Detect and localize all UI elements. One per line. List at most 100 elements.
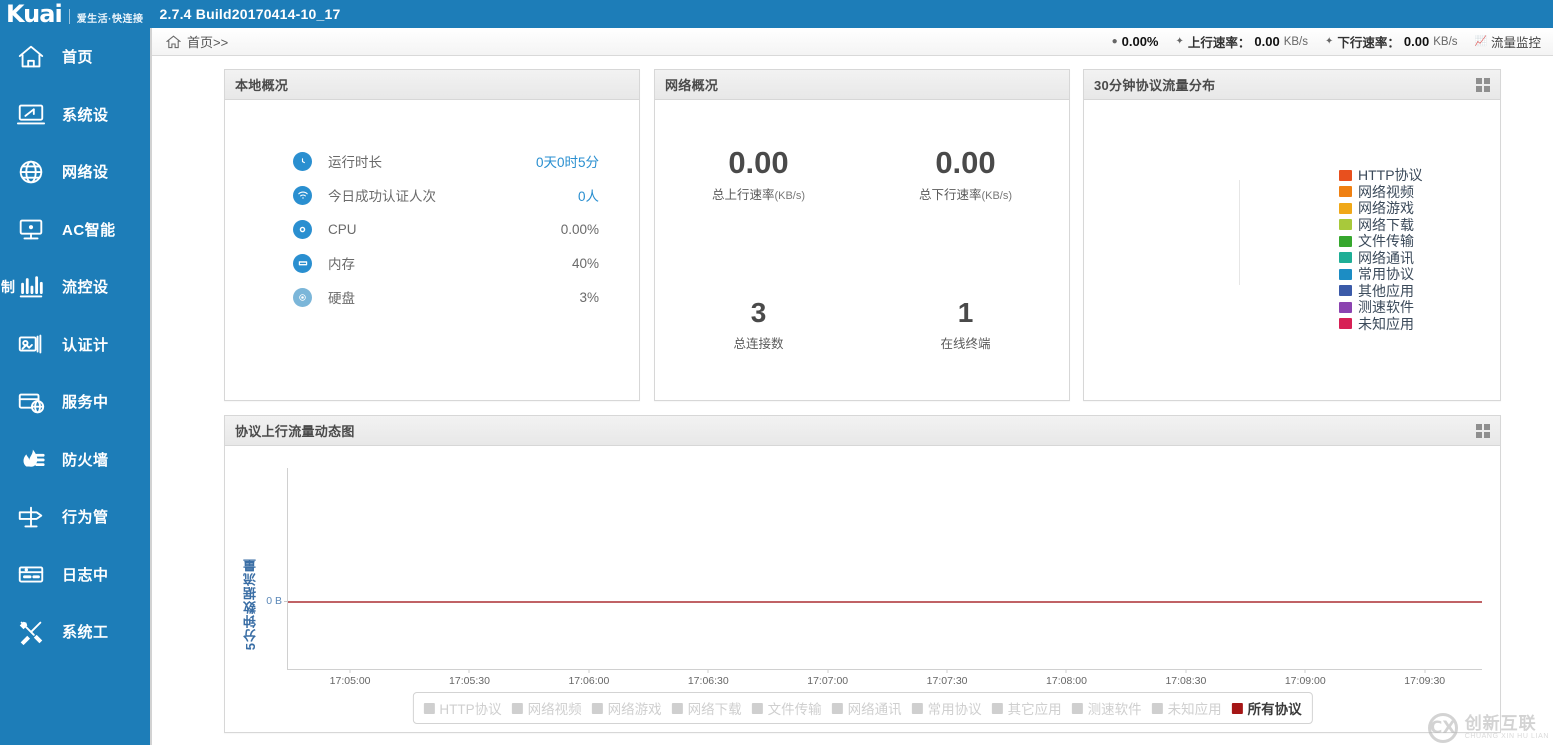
chart-legend-item[interactable]: 文件传输 bbox=[751, 698, 822, 718]
chart-legend-item[interactable]: HTTP协议 bbox=[423, 698, 502, 718]
legend-color-swatch bbox=[1339, 301, 1352, 313]
legend-label: 其它应用 bbox=[1007, 702, 1062, 717]
protocol-legend-item[interactable]: 网络视频 bbox=[1339, 184, 1423, 201]
local-stat-row: 今日成功认证人次 0人 bbox=[225, 178, 639, 212]
network-stat-label: 总连接数 bbox=[733, 336, 784, 351]
memory-icon bbox=[293, 253, 312, 273]
legend-label: 文件传输 bbox=[1358, 233, 1414, 250]
legend-label: 网络视频 bbox=[527, 702, 582, 717]
chart-legend-item[interactable]: 测速软件 bbox=[1071, 698, 1142, 718]
network-stat-label-wrap: 总连接数 bbox=[733, 333, 783, 352]
chart-legend-item[interactable]: 所有协议 bbox=[1231, 698, 1302, 718]
chart-body: 5分钟数据流量 0 B 17:05:00 17:05:30 17:06:00 17:0… bbox=[225, 446, 1500, 732]
sidebar-item-10[interactable]: 系统工 bbox=[0, 603, 150, 661]
network-stat-cell: 0.00 总上行速率(KB/s) bbox=[712, 144, 805, 204]
grid-icon[interactable] bbox=[1476, 77, 1490, 92]
legend-label: HTTP协议 bbox=[439, 702, 502, 717]
breadcrumb[interactable]: 首页>> bbox=[152, 32, 228, 51]
logbook-icon bbox=[0, 559, 62, 589]
legend-label: 测速软件 bbox=[1358, 299, 1414, 316]
legend-color-swatch bbox=[831, 702, 843, 714]
local-stat-value: 40% bbox=[571, 255, 599, 271]
network-stats-grid: 0.00 总上行速率(KB/s) 0.00 总下行速率(KB/s) 3 总连接数 1 在线终端 bbox=[655, 100, 1069, 400]
sidebar-item-2[interactable]: 网络设 bbox=[0, 143, 150, 201]
globe-icon bbox=[0, 157, 62, 187]
watermark-en: CHUANG XIN HU LIAN bbox=[1464, 733, 1549, 741]
network-stat-unit: (KB/s) bbox=[774, 190, 806, 203]
panel-local-overview: 本地概况 运行时长 0天0时5分 今日成功认证人次 0人 CPU 0.00% 内存 40% 硬盘… bbox=[224, 69, 640, 401]
status-upload-value: 0.00 bbox=[1254, 34, 1280, 49]
protocol-legend-item[interactable]: 未知应用 bbox=[1339, 316, 1423, 333]
grid-icon[interactable] bbox=[1476, 423, 1490, 438]
x-tick-mark bbox=[707, 669, 709, 673]
protocol-legend-item[interactable]: HTTP协议 bbox=[1339, 167, 1423, 184]
tools-icon bbox=[0, 617, 62, 647]
chart-x-tick: 17:07:30 bbox=[926, 675, 968, 687]
local-stat-row: 硬盘 3% bbox=[225, 280, 639, 314]
sidebar-item-4[interactable]: 制流控设 bbox=[0, 258, 150, 316]
network-stat-value: 0.00 bbox=[728, 144, 789, 180]
panel-local-body: 运行时长 0天0时5分 今日成功认证人次 0人 CPU 0.00% 内存 40% 硬盘 3% bbox=[225, 100, 639, 314]
sidebar-item-9[interactable]: 日志中 bbox=[0, 546, 150, 604]
bar-chart-icon bbox=[0, 272, 62, 302]
sidebar-nav: 首页系统设网络设 AC智能制流控设 认证计 服务中 防火墙 行为管 日志中 系统工 bbox=[0, 28, 152, 745]
x-tick-mark bbox=[1185, 669, 1187, 673]
sidebar-item-label: 系统设 bbox=[62, 106, 109, 124]
chart-legend-item[interactable]: 网络游戏 bbox=[591, 698, 662, 718]
sidebar-item-8[interactable]: 行为管 bbox=[0, 488, 150, 546]
sidebar-item-label: 网络设 bbox=[62, 164, 109, 182]
chart-legend-item[interactable]: 其它应用 bbox=[991, 698, 1062, 718]
sidebar-item-7[interactable]: 防火墙 bbox=[0, 431, 150, 489]
wifi-icon bbox=[293, 185, 312, 205]
chart-legend-item[interactable]: 网络视频 bbox=[511, 698, 582, 718]
panel-protocol-header: 30分钟协议流量分布 bbox=[1084, 70, 1500, 100]
chart-legend-item[interactable]: 网络通讯 bbox=[831, 698, 902, 718]
sidebar-item-6[interactable]: 服务中 bbox=[0, 373, 150, 431]
status-upload-label: 上行速率： bbox=[1187, 36, 1251, 50]
protocol-legend-item[interactable]: 测速软件 bbox=[1339, 299, 1423, 316]
network-stat-value: 0.00 bbox=[935, 144, 996, 180]
cpu-icon bbox=[293, 219, 312, 239]
chart-y-tick-0: 0 B bbox=[266, 594, 282, 607]
dashboard-root: Kuai 爱生活·快连接 2.7.4 Build20170414-10_17 首… bbox=[0, 0, 1553, 745]
brand-logo-text: Kuai bbox=[6, 0, 63, 28]
network-stat-cell: 1 在线终端 bbox=[940, 298, 990, 351]
legend-label: 文件传输 bbox=[767, 702, 822, 717]
panel-upload-traffic-chart: 协议上行流量动态图 5分钟数据流量 0 B 17:05:00 17:05:30 17… bbox=[224, 415, 1501, 733]
chart-legend-item[interactable]: 网络下载 bbox=[671, 698, 742, 718]
sidebar-item-3[interactable]: AC智能 bbox=[0, 201, 150, 259]
sidebar-item-1[interactable]: 系统设 bbox=[0, 86, 150, 144]
monitor-icon: 📈 bbox=[1474, 35, 1487, 47]
x-tick-mark bbox=[1304, 669, 1306, 673]
legend-label: 网络通讯 bbox=[847, 702, 902, 717]
chart-legend-item[interactable]: 未知应用 bbox=[1151, 698, 1222, 718]
protocol-legend-item[interactable]: 网络通讯 bbox=[1339, 250, 1423, 267]
protocol-legend-item[interactable]: 文件传输 bbox=[1339, 233, 1423, 250]
local-stat-label: 硬盘 bbox=[328, 291, 355, 306]
brand-logo[interactable]: Kuai 爱生活·快连接 bbox=[0, 1, 144, 27]
network-stat-value: 1 bbox=[957, 297, 974, 329]
traffic-monitor-label: 流量监控 bbox=[1490, 36, 1541, 50]
protocol-legend-item[interactable]: 网络游戏 bbox=[1339, 200, 1423, 217]
sidebar-item-5[interactable]: 认证计 bbox=[0, 316, 150, 374]
chart-legend-item[interactable]: 常用协议 bbox=[911, 698, 982, 718]
legend-color-swatch bbox=[1339, 219, 1352, 231]
protocol-legend-item[interactable]: 网络下载 bbox=[1339, 217, 1423, 234]
status-download-value: 0.00 bbox=[1403, 34, 1430, 49]
local-stat-row: 运行时长 0天0时5分 bbox=[225, 144, 639, 178]
top-brand-bar: Kuai 爱生活·快连接 2.7.4 Build20170414-10_17 bbox=[0, 0, 1553, 28]
legend-label: 网络通讯 bbox=[1358, 249, 1414, 266]
protocol-legend-item[interactable]: 其他应用 bbox=[1339, 283, 1423, 300]
legend-color-swatch bbox=[751, 702, 763, 714]
firmware-version: 2.7.4 Build20170414-10_17 bbox=[159, 6, 341, 22]
sidebar-item-0[interactable]: 首页 bbox=[0, 28, 150, 86]
traffic-monitor-link[interactable]: 📈 流量监控 bbox=[1475, 32, 1541, 51]
network-stat-label-wrap: 在线终端 bbox=[940, 333, 990, 352]
protocol-legend-item[interactable]: 常用协议 bbox=[1339, 266, 1423, 283]
legend-color-swatch bbox=[1339, 169, 1352, 181]
network-stat-label: 总下行速率 bbox=[918, 188, 982, 203]
network-stat-label-wrap: 总下行速率(KB/s) bbox=[919, 184, 1012, 203]
legend-color-swatch bbox=[1339, 285, 1352, 297]
network-stat-label-wrap: 总上行速率(KB/s) bbox=[712, 184, 805, 203]
network-stat-label: 总上行速率 bbox=[711, 188, 775, 203]
